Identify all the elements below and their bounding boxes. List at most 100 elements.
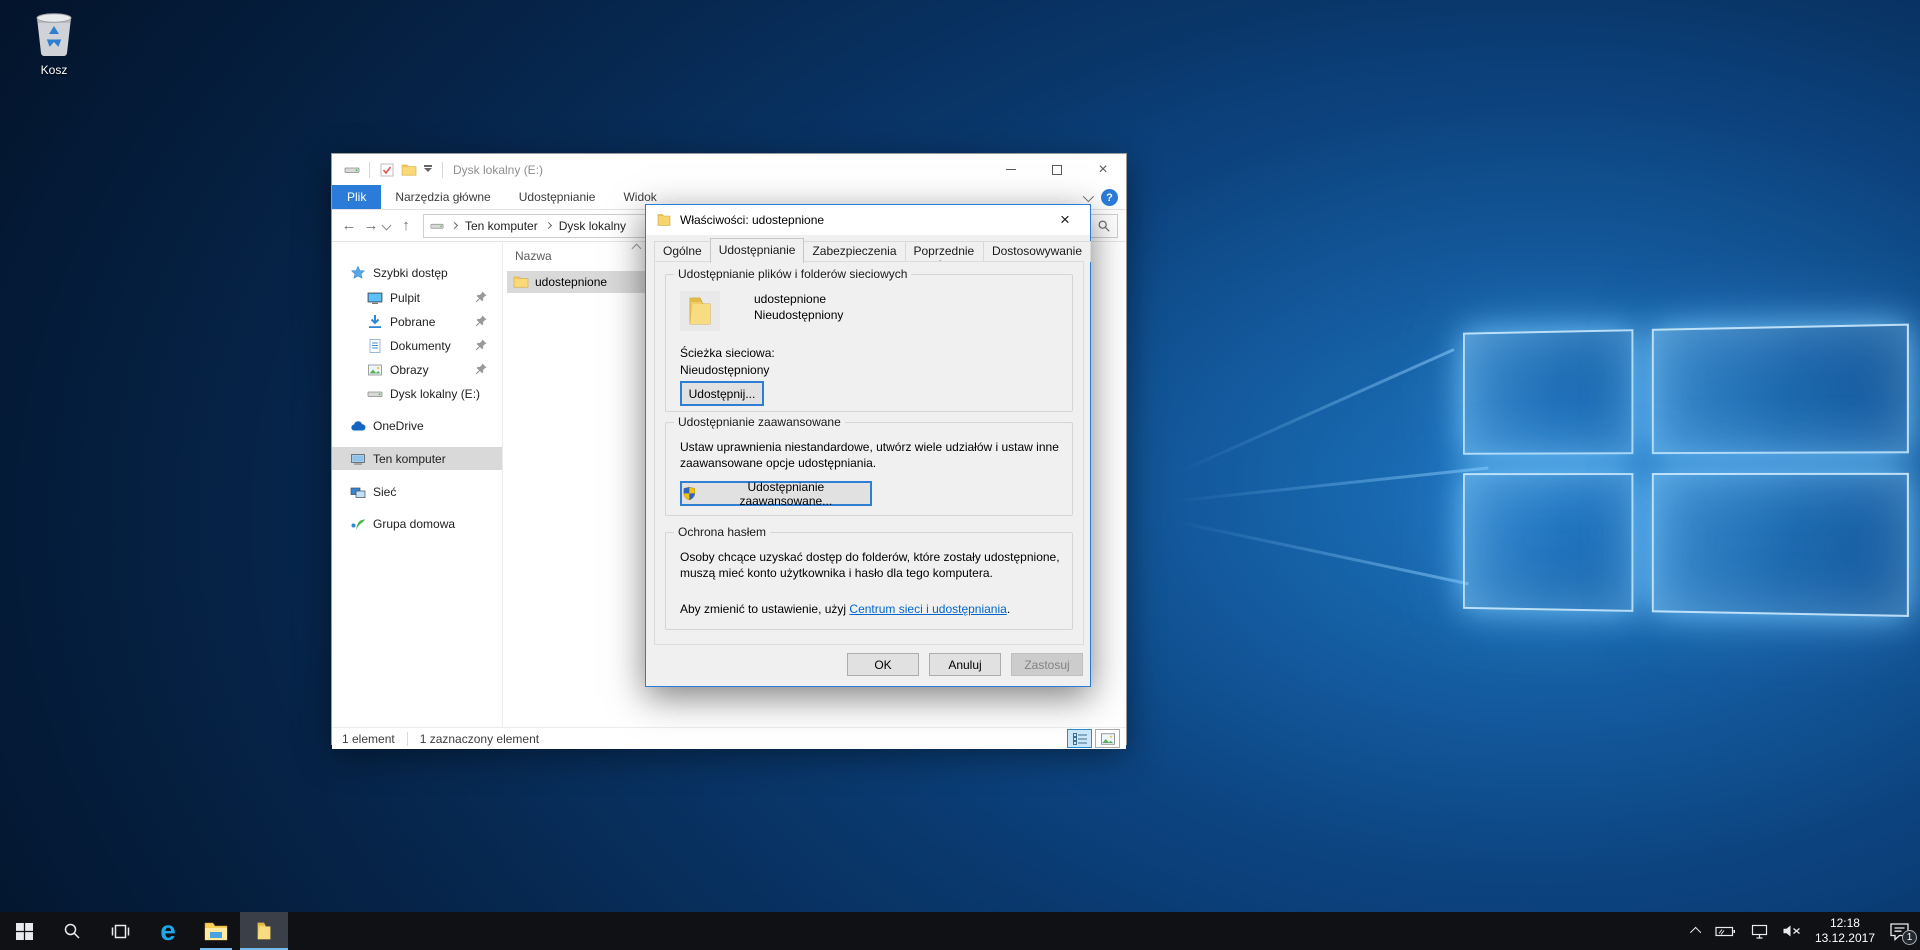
divider — [407, 732, 408, 746]
recent-locations-chevron-icon[interactable] — [382, 221, 392, 231]
notification-badge: 1 — [1902, 930, 1917, 945]
taskbar-folder-window-button[interactable] — [240, 912, 288, 950]
tab-sharing[interactable]: Udostępnianie — [710, 238, 805, 263]
action-center-button[interactable]: 1 — [1889, 922, 1910, 941]
uac-shield-icon — [682, 486, 697, 501]
thumbnail-view-button[interactable] — [1095, 729, 1120, 748]
status-item-count: 1 element — [342, 732, 395, 746]
dialog-close-button[interactable]: × — [1050, 206, 1080, 234]
maximize-icon — [1052, 165, 1062, 175]
system-tray: 12:18 13.12.2017 1 — [1693, 912, 1920, 950]
file-row-udostepnione[interactable]: udostepnione — [507, 271, 649, 293]
sidebar-item-pictures[interactable]: Obrazy — [332, 358, 502, 381]
share-button[interactable]: Udostępnij... — [680, 381, 764, 406]
advanced-sharing-button[interactable]: Udostępnianie zaawansowane... — [680, 481, 872, 506]
forward-button[interactable]: → — [360, 217, 382, 234]
network-tray-icon[interactable] — [1751, 924, 1768, 939]
network-center-link[interactable]: Centrum sieci i udostępniania — [849, 602, 1006, 616]
cancel-button[interactable]: Anuluj — [929, 653, 1001, 676]
group-title: Udostępnianie plików i folderów sieciowy… — [674, 267, 911, 281]
new-folder-quick-access-icon[interactable] — [401, 162, 417, 178]
sidebar-item-downloads[interactable]: Pobrane — [332, 310, 502, 333]
apply-button[interactable]: Zastosuj — [1011, 653, 1083, 676]
tray-expand-chevron-icon[interactable] — [1693, 927, 1701, 935]
ribbon-tab-file[interactable]: Plik — [332, 185, 381, 209]
start-button[interactable] — [0, 912, 48, 950]
wallpaper-light-beam — [1175, 520, 1469, 585]
taskbar: e 12:18 13.12.2017 1 — [0, 912, 1920, 950]
sidebar-item-label: Pulpit — [390, 291, 420, 305]
sidebar-item-onedrive[interactable]: OneDrive — [332, 414, 502, 437]
sidebar-item-documents[interactable]: Dokumenty — [332, 334, 502, 357]
properties-dialog: Właściwości: udostepnione × Ogólne Udost… — [645, 204, 1091, 687]
sidebar-item-label: Dysk lokalny (E:) — [390, 387, 480, 401]
folder-icon — [253, 921, 275, 941]
recycle-bin-icon — [31, 8, 77, 56]
minimize-button[interactable] — [988, 154, 1034, 185]
sharing-tab-page: Udostępnianie plików i folderów sieciowy… — [654, 261, 1084, 645]
sidebar-item-label: Obrazy — [390, 363, 429, 377]
ribbon-tab-share[interactable]: Udostępnianie — [505, 185, 610, 209]
network-sharing-group: Udostępnianie plików i folderów sieciowy… — [665, 274, 1073, 412]
dialog-titlebar[interactable]: Właściwości: udostepnione × — [646, 205, 1090, 235]
file-name: udostepnione — [535, 275, 607, 289]
tab-security[interactable]: Zabezpieczenia — [803, 241, 905, 262]
taskbar-file-explorer-button[interactable] — [192, 912, 240, 950]
drive-icon — [367, 386, 383, 402]
divider — [369, 162, 370, 178]
shared-item-name: udostepnione — [754, 291, 826, 307]
taskbar-clock[interactable]: 12:18 13.12.2017 — [1815, 916, 1875, 946]
pin-icon — [474, 290, 488, 304]
hint-prefix: Aby zmienić to ustawienie, użyj — [680, 602, 849, 616]
password-protection-description: Osoby chcące uzyskać dostęp do folderów,… — [680, 549, 1062, 581]
pictures-icon — [367, 362, 383, 378]
task-view-button[interactable] — [96, 912, 144, 950]
recycle-bin-label: Kosz — [16, 63, 92, 77]
breadcrumb-chevron-icon — [451, 222, 458, 229]
sidebar-item-quick-access[interactable]: Szybki dostęp — [332, 261, 502, 284]
wallpaper-pane — [1463, 473, 1633, 612]
sidebar-item-this-pc[interactable]: Ten komputer — [332, 447, 502, 470]
back-button[interactable]: ← — [338, 217, 360, 234]
taskbar-search-button[interactable] — [48, 912, 96, 950]
customize-toolbar-dropdown-icon[interactable] — [424, 168, 432, 172]
ribbon-tab-home[interactable]: Narzędzia główne — [381, 185, 504, 209]
sidebar-item-label: OneDrive — [373, 419, 424, 433]
advanced-sharing-description: Ustaw uprawnienia niestandardowe, utwórz… — [680, 439, 1062, 471]
column-header-name[interactable]: Nazwa — [515, 249, 552, 263]
ok-button[interactable]: OK — [847, 653, 919, 676]
tab-customize[interactable]: Dostosowywanie — [983, 241, 1091, 262]
desktop: Kosz Dysk lokalny (E:) × — [0, 0, 1920, 950]
details-view-button[interactable] — [1067, 729, 1092, 748]
folder-icon — [656, 212, 672, 228]
breadcrumb-item-drive[interactable]: Dysk lokalny — [559, 219, 626, 233]
status-bar: 1 element 1 zaznaczony element — [332, 727, 1126, 749]
taskbar-edge-button[interactable]: e — [144, 912, 192, 950]
documents-icon — [367, 338, 383, 354]
volume-muted-icon[interactable] — [1782, 924, 1801, 938]
up-button[interactable]: ↑ — [395, 217, 417, 234]
recycle-bin-desktop-icon[interactable]: Kosz — [16, 8, 92, 77]
edge-icon: e — [160, 917, 176, 945]
thumbnail-view-icon — [1101, 733, 1115, 745]
battery-icon[interactable] — [1715, 925, 1737, 938]
quick-access-star-icon — [350, 265, 366, 281]
sidebar-item-homegroup[interactable]: Grupa domowa — [332, 512, 502, 535]
explorer-titlebar[interactable]: Dysk lokalny (E:) × — [332, 154, 1126, 185]
shared-folder-icon-well — [680, 291, 720, 331]
sidebar-item-network[interactable]: Sieć — [332, 480, 502, 503]
close-button[interactable]: × — [1080, 154, 1126, 185]
sidebar-item-desktop[interactable]: Pulpit — [332, 286, 502, 309]
tab-previous-versions[interactable]: Poprzednie wersje — [905, 241, 984, 262]
breadcrumb-item-computer[interactable]: Ten komputer — [465, 219, 538, 233]
sort-ascending-icon — [632, 244, 642, 254]
help-icon[interactable]: ? — [1101, 189, 1118, 206]
status-selection-count: 1 zaznaczony element — [420, 732, 539, 746]
maximize-button[interactable] — [1034, 154, 1080, 185]
search-icon — [63, 922, 81, 940]
properties-quick-access-icon[interactable] — [379, 162, 395, 178]
downloads-icon — [367, 314, 383, 330]
ribbon-expand-chevron-icon[interactable] — [1083, 190, 1094, 201]
tab-general[interactable]: Ogólne — [654, 241, 711, 262]
sidebar-item-local-disk-e[interactable]: Dysk lokalny (E:) — [332, 382, 502, 405]
